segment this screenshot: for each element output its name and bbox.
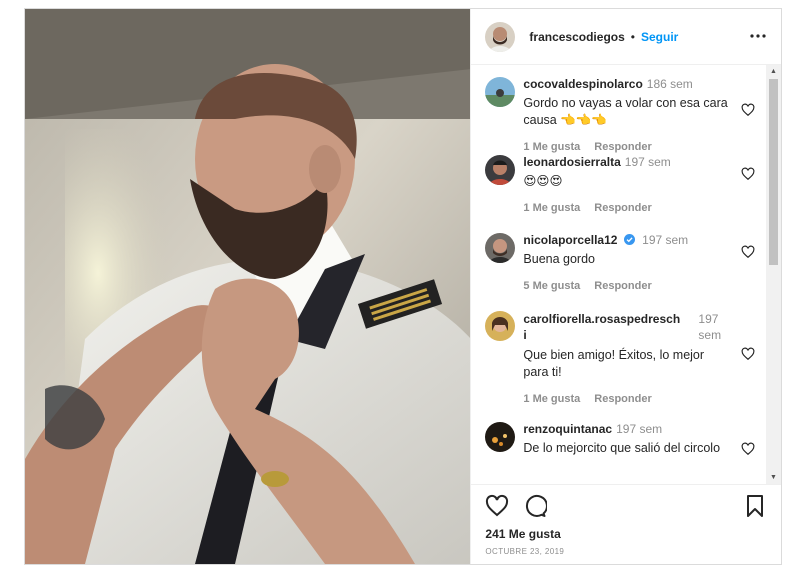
comment-avatar[interactable] <box>485 233 516 263</box>
heart-icon[interactable] <box>741 442 755 456</box>
comment-icon[interactable] <box>523 494 548 518</box>
heart-icon[interactable] <box>741 347 755 361</box>
comment-text: De lo mejorcito que salió del circolo <box>523 441 721 455</box>
comment-username[interactable]: cocovaldespinolarco <box>523 77 642 91</box>
comment-item: leonardosierralta 197 sem 😍😍😍 1 Me gusta R… <box>471 143 765 221</box>
post-header: francescodiegos • Seguir <box>471 9 781 65</box>
comment-avatar[interactable] <box>485 77 516 107</box>
comment-likes[interactable]: 1 Me gusta <box>523 393 580 405</box>
likes-count[interactable]: 241 Me gusta <box>485 527 767 541</box>
comment-likes[interactable]: 5 Me gusta <box>523 280 580 292</box>
comment-username[interactable]: renzoquintanac <box>523 422 612 436</box>
pilot-photo-illustration <box>25 9 471 564</box>
comment-text: Buena gordo <box>523 252 595 266</box>
comment-text: Que bien amigo! Éxitos, lo mejor para ti… <box>523 348 705 379</box>
comment-avatar[interactable] <box>485 155 516 185</box>
reply-button[interactable]: Responder <box>594 202 651 214</box>
comment-item: cocovaldespinolarco 186 sem Gordo no vaya… <box>471 65 765 153</box>
comment-time: 197 sem <box>698 312 722 342</box>
comment-item: carolfiorella.rosaspedreschi 197 sem Que… <box>471 299 765 410</box>
comment-text: Gordo no vayas a volar con esa cara caus… <box>523 96 728 127</box>
scrollbar-thumb[interactable] <box>769 79 778 265</box>
heart-icon[interactable] <box>485 494 509 518</box>
post-footer: 241 Me gusta OCTUBRE 23, 2019 <box>471 484 781 564</box>
comments-scrollbar[interactable]: ▲ ▼ <box>766 65 781 484</box>
comment-item: renzoquintanac 197 sem De lo mejorcito qu… <box>471 410 765 480</box>
post-date: OCTUBRE 23, 2019 <box>485 547 565 556</box>
heart-icon[interactable] <box>741 103 755 117</box>
comment-time: 197 sem <box>624 155 671 169</box>
author-username[interactable]: francescodiegos <box>529 30 624 44</box>
comment-username[interactable]: nicolaporcella12 <box>523 233 617 247</box>
comment-time: 197 sem <box>642 233 689 247</box>
heart-icon[interactable] <box>741 245 755 259</box>
comment-avatar[interactable] <box>485 422 516 452</box>
bookmark-icon[interactable] <box>743 494 767 518</box>
post-photo[interactable] <box>25 9 471 564</box>
author-avatar[interactable] <box>485 21 516 52</box>
comment-time: 197 sem <box>616 422 663 436</box>
verified-icon <box>623 234 635 245</box>
post-side-panel: francescodiegos • Seguir cocovaldespinol… <box>470 9 781 564</box>
comment-username[interactable]: carolfiorella.rosaspedreschi <box>523 311 683 343</box>
comment-likes[interactable]: 1 Me gusta <box>523 202 580 214</box>
follow-button[interactable]: Seguir <box>641 30 678 44</box>
heart-icon[interactable] <box>741 167 755 181</box>
scroll-up-arrow-icon[interactable]: ▲ <box>769 67 778 76</box>
more-icon[interactable] <box>749 28 767 45</box>
comment-username[interactable]: leonardosierralta <box>523 155 620 169</box>
comment-item: nicolaporcella12 197 sem Buena gordo 5 M… <box>471 221 765 299</box>
instagram-post: francescodiegos • Seguir cocovaldespinol… <box>24 8 782 565</box>
comments-list[interactable]: cocovaldespinolarco 186 sem Gordo no vaya… <box>471 65 781 484</box>
comment-avatar[interactable] <box>485 311 516 341</box>
reply-button[interactable]: Responder <box>594 280 651 292</box>
comment-time: 186 sem <box>646 77 693 91</box>
separator-dot: • <box>630 29 635 44</box>
comment-text: 😍😍😍 <box>523 174 563 188</box>
scroll-down-arrow-icon[interactable]: ▼ <box>769 473 778 482</box>
action-bar <box>485 485 767 521</box>
reply-button[interactable]: Responder <box>594 393 651 405</box>
